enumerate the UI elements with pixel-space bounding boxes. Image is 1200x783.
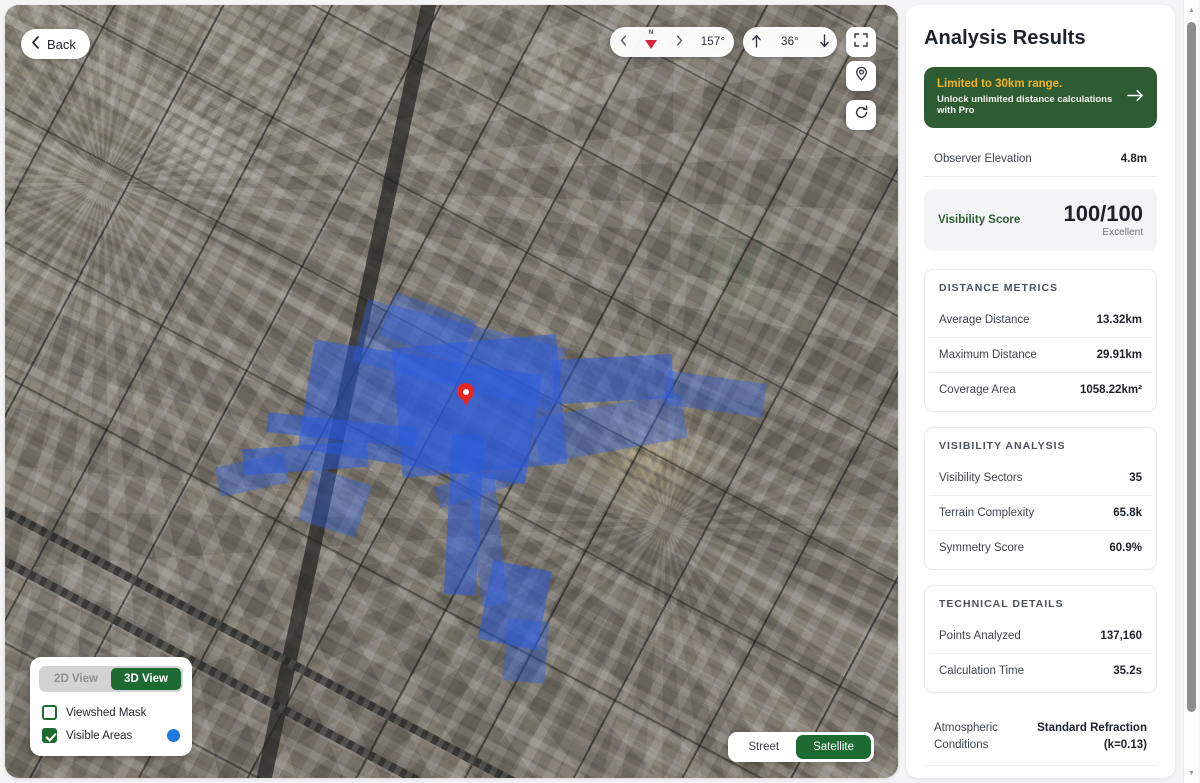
tilt-value: 36° (781, 36, 799, 48)
legend-label: Viewshed Mask (66, 706, 147, 719)
chevron-right-icon (676, 35, 683, 49)
metric-value: 13.32km (1096, 313, 1142, 326)
chevron-left-icon (620, 35, 627, 49)
map-top-toolbar: N 157° 36° (610, 27, 876, 57)
arrow-down-icon (819, 33, 830, 51)
visible-areas-color-swatch (167, 729, 180, 742)
metric-label: Average Distance (939, 313, 1030, 326)
compass-needle-icon[interactable]: N (636, 27, 666, 57)
compass-bearing-value: 157° (700, 36, 726, 48)
scrollbar-thumb[interactable] (1187, 22, 1196, 712)
observer-elevation-label: Observer Elevation (934, 152, 1032, 165)
observer-elevation-row: Observer Elevation 4.8m (924, 142, 1157, 177)
legend-label: Visible Areas (66, 729, 133, 742)
back-button[interactable]: Back (21, 29, 90, 59)
metric-value: 35 (1129, 471, 1142, 484)
technical-details-section: TECHNICAL DETAILS Points Analyzed 137,16… (924, 584, 1157, 693)
metric-value: 29.91km (1096, 348, 1142, 361)
atmospheric-conditions-row: Atmospheric Conditions Standard Refracti… (924, 708, 1157, 767)
needle-shape (645, 40, 657, 49)
view-mode-3d[interactable]: 3D View (111, 668, 181, 690)
metric-label: Calculation Time (939, 664, 1025, 677)
tilt-up-button[interactable] (743, 27, 769, 57)
locate-button[interactable] (846, 61, 876, 91)
page-title: Analysis Results (924, 27, 1086, 49)
visibility-score-values: 100/100 Excellent (1063, 202, 1143, 238)
metric-row: Symmetry Score 60.9% (929, 531, 1152, 565)
arrow-up-icon (751, 34, 762, 51)
map-side-toolbar (846, 61, 876, 130)
metric-value: 35.2s (1113, 664, 1142, 677)
metric-label: Visibility Sectors (939, 471, 1023, 484)
view-mode-toggle[interactable]: 2D View 3D View (39, 666, 183, 692)
metric-row: Calculation Time 35.2s (929, 654, 1152, 688)
metric-value: 137,160 (1100, 629, 1142, 642)
view-mode-2d[interactable]: 2D View (41, 668, 111, 690)
pro-banner-subtext: Unlock unlimited distance calculations w… (937, 94, 1113, 117)
page-scrollbar[interactable]: ▲ ▼ (1183, 0, 1198, 783)
tilt-down-button[interactable] (811, 27, 837, 57)
metric-row: Points Analyzed 137,160 (929, 619, 1152, 654)
visibility-score-label: Visibility Score (938, 213, 1021, 226)
section-heading: DISTANCE METRICS (939, 281, 1059, 294)
legend-item-visible-areas[interactable]: Visible Areas (39, 724, 183, 747)
metric-label: Terrain Complexity (939, 506, 1035, 519)
app-root: Back N 157° 36° 2D View 3D View Viewshed… (0, 0, 1200, 783)
tilt-control[interactable]: 36° (743, 27, 837, 57)
compass-rotate-left-button[interactable] (610, 27, 636, 57)
metric-label: Symmetry Score (939, 541, 1024, 554)
metric-value: 60.9% (1109, 541, 1142, 554)
scroll-down-arrow-icon[interactable]: ▼ (1184, 765, 1199, 781)
map-panel[interactable]: Back N 157° 36° 2D View 3D View Viewshed… (5, 5, 898, 778)
analysis-results-panel: Analysis Results Limited to 30km range. … (906, 5, 1175, 778)
atmospheric-conditions-label: Atmospheric Conditions (934, 721, 998, 751)
compass-control[interactable]: N 157° (610, 27, 734, 57)
visible-areas-checkbox[interactable] (42, 728, 57, 743)
metric-value: 65.8k (1113, 506, 1142, 519)
refresh-button[interactable] (846, 100, 876, 130)
visibility-score-value: 100/100 (1063, 200, 1143, 226)
metric-label: Maximum Distance (939, 348, 1037, 361)
pro-upgrade-banner[interactable]: Limited to 30km range. Unlock unlimited … (924, 67, 1157, 128)
basemap-satellite[interactable]: Satellite (796, 735, 871, 759)
pro-banner-headline: Limited to 30km range. (937, 78, 1063, 90)
refresh-icon (854, 105, 869, 125)
basemap-toggle[interactable]: Street Satellite (728, 732, 874, 762)
compass-north-label: N (648, 30, 654, 36)
atmospheric-conditions-value: Standard Refraction (k=0.13) (1037, 721, 1147, 751)
metric-value: 1058.22km² (1079, 383, 1142, 396)
observer-elevation-value: 4.8m (1120, 152, 1147, 165)
metric-row: Visibility Sectors 35 (929, 461, 1152, 496)
visibility-score-rating: Excellent (1102, 226, 1143, 238)
pro-banner-text: Limited to 30km range. Unlock unlimited … (937, 78, 1119, 117)
visibility-analysis-section: VISIBILITY ANALYSIS Visibility Sectors 3… (924, 426, 1157, 570)
metric-row: Average Distance 13.32km (929, 303, 1152, 338)
scroll-up-arrow-icon[interactable]: ▲ (1184, 2, 1199, 18)
viewshed-mask-checkbox[interactable] (42, 705, 57, 720)
section-heading: VISIBILITY ANALYSIS (939, 439, 1066, 452)
distance-metrics-section: DISTANCE METRICS Average Distance 13.32k… (924, 268, 1157, 412)
metric-row: Maximum Distance 29.91km (929, 338, 1152, 373)
map-legend-panel[interactable]: 2D View 3D View Viewshed Mask Visible Ar… (30, 657, 192, 756)
compass-rotate-right-button[interactable] (666, 27, 692, 57)
metric-row: Terrain Complexity 65.8k (929, 496, 1152, 531)
basemap-street[interactable]: Street (731, 735, 796, 759)
fullscreen-icon (854, 32, 868, 52)
section-heading: TECHNICAL DETAILS (939, 597, 1064, 610)
metric-label: Points Analyzed (939, 629, 1021, 642)
legend-item-viewshed-mask[interactable]: Viewshed Mask (39, 701, 183, 724)
location-pin-icon (854, 66, 869, 86)
map-marker-icon[interactable] (457, 383, 474, 400)
metric-row: Coverage Area 1058.22km² (929, 373, 1152, 407)
arrow-right-icon (1127, 89, 1144, 106)
metric-label: Coverage Area (939, 383, 1016, 396)
fullscreen-button[interactable] (846, 27, 876, 57)
visibility-score-card: Visibility Score 100/100 Excellent (924, 188, 1157, 251)
back-button-label: Back (47, 36, 76, 52)
chevron-left-icon (31, 36, 40, 52)
